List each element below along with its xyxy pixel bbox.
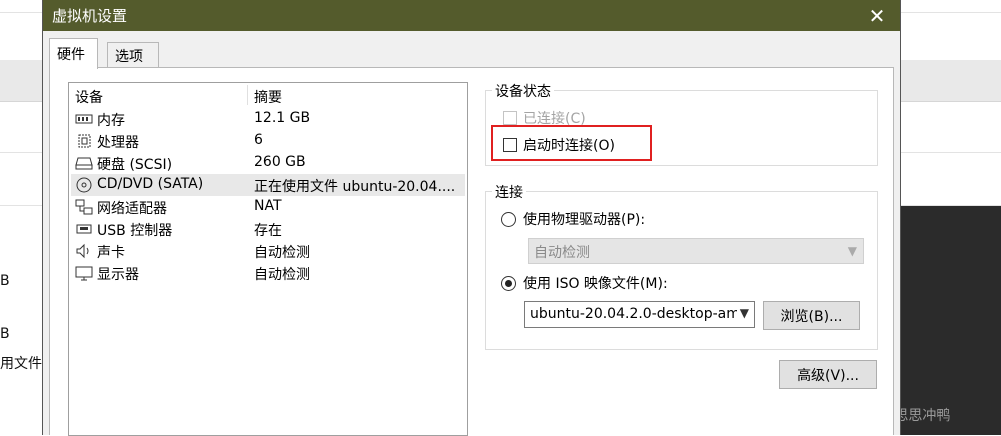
close-button[interactable]: ✕ bbox=[854, 0, 900, 31]
device-name: USB 控制器 bbox=[97, 223, 173, 239]
memory-icon bbox=[75, 114, 93, 124]
column-header-summary[interactable]: 摘要 bbox=[254, 87, 282, 107]
device-row-hard-disk[interactable]: 硬盘 (SCSI) 260 GB bbox=[71, 152, 465, 174]
device-name: 声卡 bbox=[97, 245, 125, 261]
background-text: 用文件 bbox=[0, 356, 42, 372]
connection-group: 连接 使用物理驱动器(P): 自动检测 ▼ 使用 ISO 映像文件(M): ub… bbox=[485, 182, 878, 350]
iso-image-label[interactable]: 使用 ISO 映像文件(M): bbox=[523, 273, 668, 293]
device-row-usb-controller[interactable]: USB 控制器 存在 bbox=[71, 218, 465, 240]
tab-options[interactable]: 选项 bbox=[107, 42, 159, 68]
browse-button[interactable]: 浏览(B)... bbox=[763, 301, 860, 330]
column-separator[interactable] bbox=[247, 85, 248, 105]
iso-image-path-value: ubuntu-20.04.2.0-desktop-amd bbox=[530, 306, 749, 322]
device-name: 网络适配器 bbox=[97, 201, 167, 217]
display-icon bbox=[75, 266, 93, 281]
hard-disk-icon bbox=[75, 157, 93, 170]
device-name: 内存 bbox=[97, 113, 125, 129]
device-summary: 正在使用文件 ubuntu-20.04.... bbox=[254, 179, 456, 195]
physical-drive-select: 自动检测 ▼ bbox=[528, 238, 864, 264]
chevron-down-icon[interactable]: ▼ bbox=[736, 306, 749, 320]
device-name: 硬盘 (SCSI) bbox=[97, 157, 173, 173]
device-row-memory[interactable]: 内存 12.1 GB bbox=[71, 108, 465, 130]
device-row-network-adapter[interactable]: 网络适配器 NAT bbox=[71, 196, 465, 218]
processor-icon bbox=[78, 134, 91, 148]
list-header: 设备 摘要 bbox=[69, 83, 467, 107]
close-icon: ✕ bbox=[868, 3, 886, 28]
hardware-panel: 设备 摘要 内存 12.1 GB 处理器 6 硬盘 (SCSI) 260 GB bbox=[49, 67, 894, 436]
device-row-processor[interactable]: 处理器 6 bbox=[71, 130, 465, 152]
device-summary: 自动检测 bbox=[254, 267, 310, 283]
physical-drive-value: 自动检测 bbox=[534, 245, 590, 261]
background-dark-panel bbox=[898, 206, 1001, 435]
device-status-title: 设备状态 bbox=[492, 81, 554, 101]
device-summary: 12.1 GB bbox=[254, 110, 311, 126]
device-row-cd-dvd[interactable]: CD/DVD (SATA) 正在使用文件 ubuntu-20.04.... bbox=[71, 174, 465, 196]
device-row-display[interactable]: 显示器 自动检测 bbox=[71, 262, 465, 284]
device-name: 处理器 bbox=[97, 135, 139, 151]
device-row-sound-card[interactable]: 声卡 自动检测 bbox=[71, 240, 465, 262]
title-bar[interactable]: 虚拟机设置 ✕ bbox=[43, 0, 900, 31]
network-adapter-icon bbox=[75, 199, 93, 215]
device-list[interactable]: 设备 摘要 内存 12.1 GB 处理器 6 硬盘 (SCSI) 260 GB bbox=[68, 82, 468, 436]
background-text: B bbox=[0, 273, 10, 289]
device-summary: 260 GB bbox=[254, 154, 306, 170]
device-summary: NAT bbox=[254, 198, 282, 214]
physical-drive-option[interactable]: 使用物理驱动器(P): bbox=[501, 209, 645, 229]
highlight-annotation bbox=[491, 125, 652, 161]
dialog-title: 虚拟机设置 bbox=[52, 7, 128, 25]
device-summary: 自动检测 bbox=[254, 245, 310, 261]
physical-drive-radio[interactable] bbox=[501, 211, 516, 227]
column-header-device[interactable]: 设备 bbox=[75, 87, 103, 107]
vm-settings-dialog: 虚拟机设置 ✕ 硬件 选项 设备 摘要 内存 12.1 GB 处理器 6 硬盘 … bbox=[42, 0, 901, 436]
physical-drive-label[interactable]: 使用物理驱动器(P): bbox=[523, 209, 645, 229]
sound-card-icon bbox=[76, 243, 89, 259]
iso-image-option[interactable]: 使用 ISO 映像文件(M): bbox=[501, 273, 668, 293]
iso-image-radio[interactable] bbox=[501, 275, 516, 291]
device-name: 显示器 bbox=[97, 267, 139, 283]
iso-image-path-combobox[interactable]: ubuntu-20.04.2.0-desktop-amd ▼ bbox=[524, 301, 755, 328]
device-name: CD/DVD (SATA) bbox=[97, 176, 204, 192]
chevron-down-icon: ▼ bbox=[847, 244, 857, 258]
background-text: B bbox=[0, 326, 10, 342]
advanced-button[interactable]: 高级(V)... bbox=[779, 360, 877, 389]
device-summary: 6 bbox=[254, 132, 263, 148]
device-summary: 存在 bbox=[254, 223, 282, 239]
connection-title: 连接 bbox=[492, 182, 526, 202]
cd-dvd-icon bbox=[76, 177, 92, 193]
usb-icon bbox=[76, 224, 92, 234]
tab-hardware[interactable]: 硬件 bbox=[49, 38, 98, 69]
connected-checkbox bbox=[503, 111, 517, 125]
